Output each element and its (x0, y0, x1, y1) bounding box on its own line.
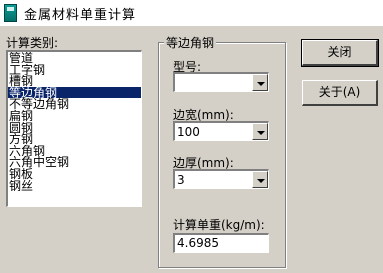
width-value: 100 (177, 125, 200, 139)
list-item[interactable]: 六角钢 (8, 145, 141, 156)
list-item[interactable]: 等边角钢 (8, 86, 141, 99)
list-item[interactable]: 钢板 (8, 168, 141, 179)
result-field[interactable]: 4.6985 (173, 233, 269, 253)
calculator-icon (4, 4, 17, 22)
chevron-down-icon[interactable] (252, 171, 268, 188)
list-item[interactable]: 不等边角钢 (8, 98, 141, 110)
title-bar: 金属材料单重计算 (0, 0, 383, 26)
group-title: 等边角钢 (164, 34, 217, 51)
about-button[interactable]: 关于(A) (302, 80, 378, 106)
list-item[interactable]: 钢丝 (8, 180, 141, 191)
thickness-combobox[interactable]: 3 (173, 169, 269, 189)
list-item[interactable]: 管道 (8, 52, 141, 63)
list-item[interactable]: 方钢 (8, 133, 141, 144)
category-label: 计算类别: (6, 36, 59, 50)
list-item[interactable]: 槽钢 (8, 75, 141, 86)
list-item[interactable]: 圆钢 (8, 122, 141, 133)
thickness-value: 3 (177, 173, 185, 187)
width-combobox[interactable]: 100 (173, 121, 269, 141)
category-listbox[interactable]: 管道 工字钢 槽钢 等边角钢 不等边角钢 扁钢 圆钢 方钢 六角钢 六角中空钢 钢板 钢丝 (6, 50, 142, 207)
list-item[interactable]: 工字钢 (8, 64, 141, 75)
model-combobox[interactable] (173, 72, 269, 92)
list-item[interactable]: 扁钢 (8, 110, 141, 121)
chevron-down-icon[interactable] (252, 74, 268, 91)
list-item[interactable]: 六角中空钢 (8, 156, 141, 168)
close-button[interactable]: 关闭 (301, 39, 379, 67)
window-title: 金属材料单重计算 (24, 8, 137, 23)
chevron-down-icon[interactable] (252, 123, 268, 140)
result-label: 计算单重(kg/m): (173, 218, 265, 232)
